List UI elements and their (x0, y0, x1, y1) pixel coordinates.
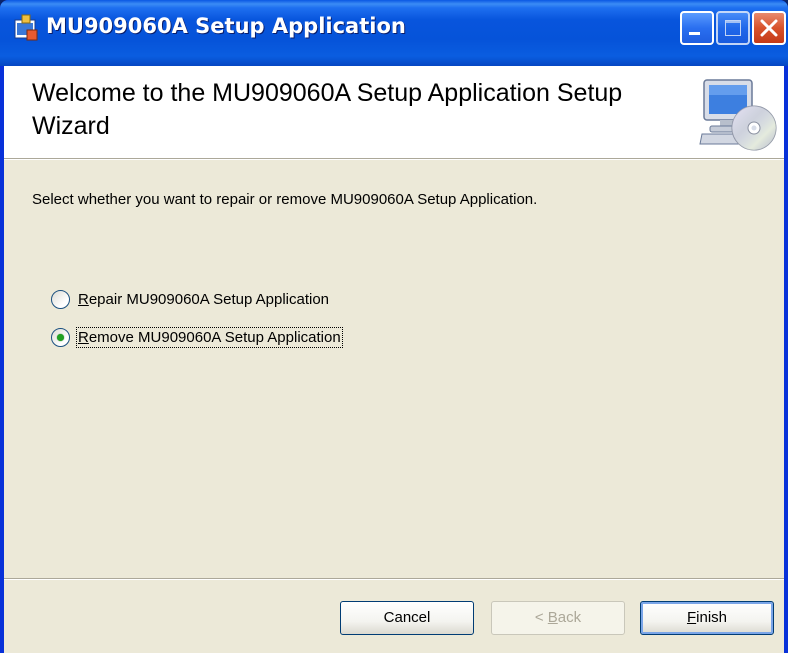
header-banner: Welcome to the MU909060A Setup Applicati… (4, 66, 784, 159)
banner-divider (4, 159, 784, 160)
finish-mnemonic: F (686, 609, 697, 626)
dialog-body: Welcome to the MU909060A Setup Applicati… (4, 66, 784, 653)
repair-label-text: epair MU909060A Setup Application (88, 291, 330, 308)
setup-window: MU909060A Setup Application Welcome to t… (0, 0, 788, 653)
minimize-icon (689, 32, 700, 35)
remove-option-label[interactable]: Remove MU909060A Setup Application (76, 327, 343, 348)
repair-radio[interactable] (51, 290, 70, 309)
back-mnemonic: B (547, 609, 558, 626)
remove-label-text: emove MU909060A Setup Application (88, 329, 341, 346)
cancel-button[interactable]: Cancel (340, 601, 474, 635)
minimize-button[interactable] (680, 11, 714, 45)
repair-option-label[interactable]: Repair MU909060A Setup Application (77, 290, 330, 309)
back-prefix: < (534, 609, 548, 626)
back-label-text: ack (557, 609, 582, 626)
instruction-text: Select whether you want to repair or rem… (32, 191, 538, 208)
repair-mnemonic: R (78, 291, 89, 308)
finish-button[interactable]: Finish (640, 601, 774, 635)
radio-selected-dot (57, 334, 64, 341)
maximize-icon (725, 20, 741, 36)
computer-cd-icon (699, 79, 777, 151)
window-title: MU909060A Setup Application (46, 14, 406, 38)
finish-label-text: inish (696, 609, 728, 626)
footer-divider (4, 578, 784, 580)
banner-title: Welcome to the MU909060A Setup Applicati… (32, 79, 623, 140)
close-button[interactable] (752, 11, 786, 45)
title-bar[interactable]: MU909060A Setup Application (0, 0, 788, 66)
setup-installer-icon (14, 14, 38, 41)
maximize-button[interactable] (716, 11, 750, 45)
remove-mnemonic: R (78, 329, 89, 346)
remove-radio[interactable] (51, 328, 70, 347)
close-icon (760, 19, 778, 37)
back-button[interactable]: < Back (491, 601, 625, 635)
